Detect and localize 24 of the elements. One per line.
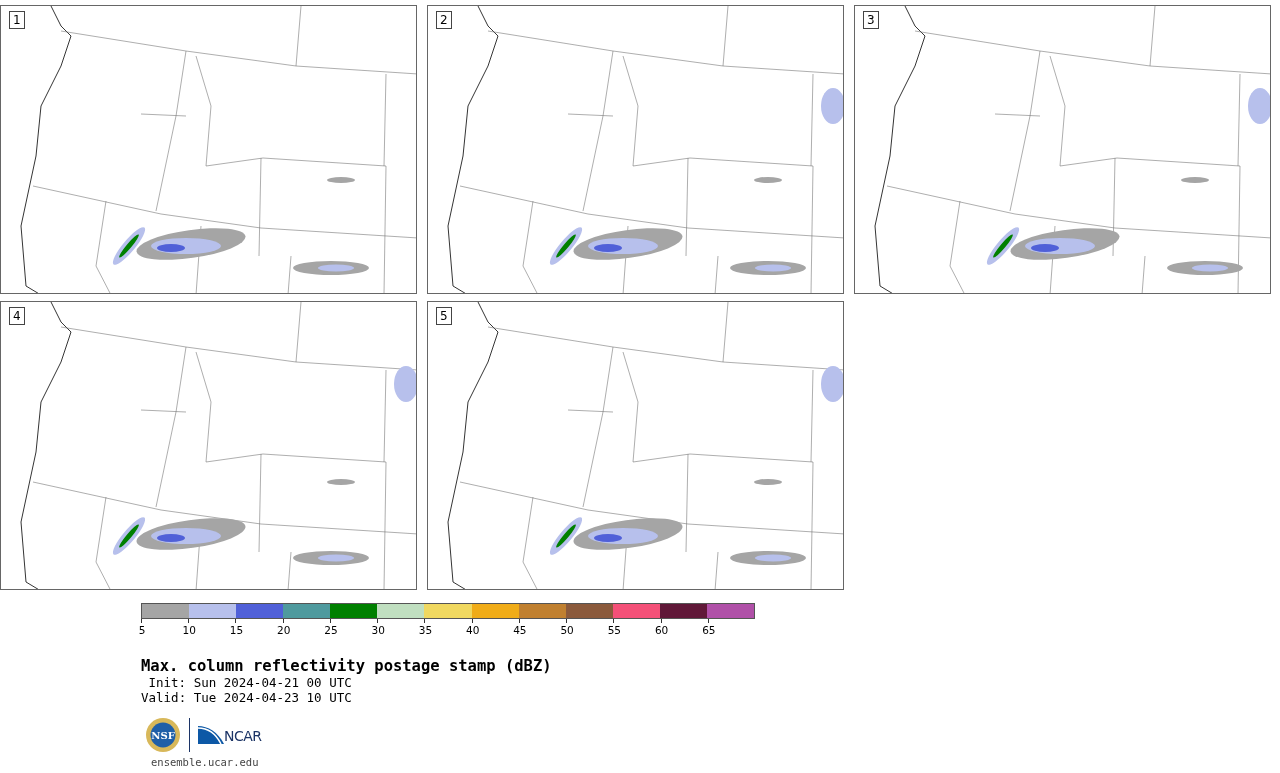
scale-tick-label: 25 — [324, 624, 338, 636]
panel-number: 2 — [436, 11, 452, 29]
scale-tick-label: 20 — [277, 624, 291, 636]
panel-number: 5 — [436, 307, 452, 325]
scale-tick-label: 10 — [182, 624, 196, 636]
scale-tick-label: 60 — [654, 624, 669, 636]
panel-number: 1 — [9, 11, 25, 29]
scale-tick-label: 30 — [371, 624, 385, 636]
scale-tick-label: 35 — [418, 624, 433, 636]
scale-tick-label: 45 — [513, 624, 527, 636]
site-url: ensemble.ucar.edu — [151, 756, 260, 768]
chart-title: Max. column reflectivity postage stamp (dBZ) — [141, 657, 553, 675]
valid-time: Valid: Tue 2024-04-23 10 UTC — [141, 690, 353, 705]
ncar-logo: NCAR — [198, 726, 262, 744]
scale-tick-label: 40 — [465, 624, 480, 636]
panel-number: 3 — [863, 11, 879, 29]
panel-number: 4 — [9, 307, 25, 325]
scale-tick-label: 5 — [138, 624, 146, 636]
scale-tick-label: 15 — [229, 624, 244, 636]
scale-tick-label: 50 — [560, 624, 574, 636]
scale-tick-label: 55 — [607, 624, 622, 636]
scale-tick-label: 65 — [702, 624, 716, 636]
init-time: Init: Sun 2024-04-21 00 UTC — [147, 675, 353, 690]
nsf-logo: NSF — [145, 717, 181, 753]
